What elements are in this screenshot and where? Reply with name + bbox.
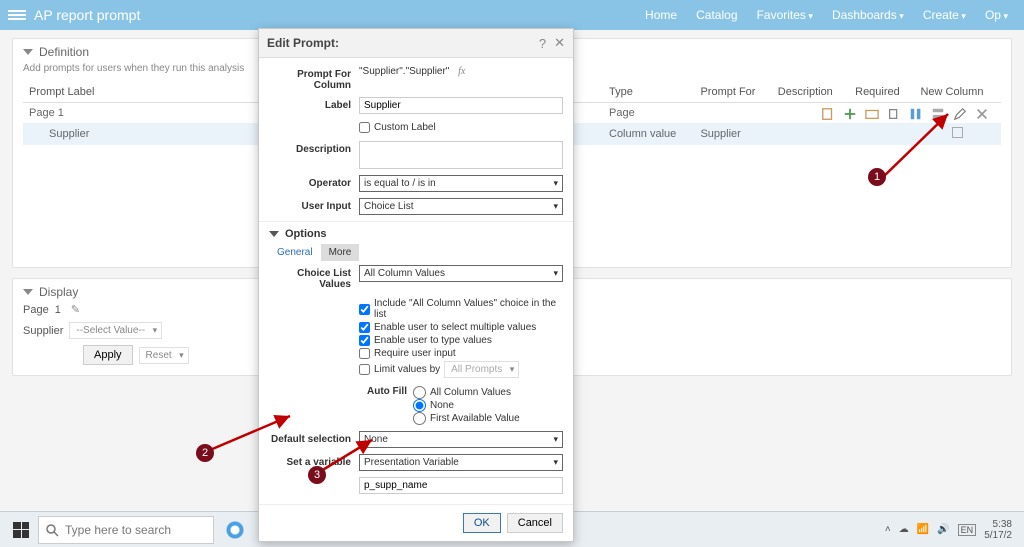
autofill-all-radio[interactable] <box>413 386 426 399</box>
default-selection-select[interactable]: None <box>359 431 563 448</box>
nav-create[interactable]: Create <box>923 8 966 22</box>
label-choice-list: Choice List Values <box>269 265 359 290</box>
display-heading: Display <box>39 285 78 299</box>
label-label: Label <box>269 97 359 111</box>
tab-general[interactable]: General <box>269 244 321 261</box>
opt-require: Require user input <box>374 348 456 359</box>
label-autofill: Auto Fill <box>363 386 413 425</box>
dialog-title: Edit Prompt: <box>267 36 339 50</box>
col-label: Prompt Label <box>23 82 263 103</box>
cancel-button[interactable]: Cancel <box>507 513 563 533</box>
clock-date: 5/17/2 <box>984 530 1012 541</box>
volume-icon[interactable]: 🔊 <box>937 524 949 535</box>
nav-favorites[interactable]: Favorites <box>757 8 813 22</box>
taskbar-clock[interactable]: 5:38 5/17/2 <box>984 519 1012 541</box>
col-description: Description <box>772 82 849 103</box>
system-tray: ˄ ☁ 📶 🔊 EN 5:38 5/17/2 <box>885 519 1020 541</box>
page-label: Page <box>23 304 49 316</box>
delete-icon[interactable] <box>975 107 989 121</box>
opt-multi: Enable user to select multiple values <box>374 322 536 333</box>
opt-include-all: Include "All Column Values" choice in th… <box>374 298 563 320</box>
custom-label-checkbox[interactable] <box>359 122 370 133</box>
app-bar: AP report prompt Home Catalog Favorites … <box>0 0 1024 30</box>
cell-label: Page 1 <box>23 103 263 124</box>
new-icon[interactable] <box>821 107 835 121</box>
col-promptfor: Prompt For <box>694 82 771 103</box>
options-heading: Options <box>285 228 327 240</box>
reset-button[interactable]: Reset <box>139 347 189 364</box>
autofill-first-label: First Available Value <box>430 413 520 424</box>
nav-open[interactable]: Op <box>985 8 1008 22</box>
autofill-none-radio[interactable] <box>413 399 426 412</box>
col-newcolumn: New Column <box>914 82 1001 103</box>
formula-icon[interactable]: fx <box>458 66 465 77</box>
definition-heading: Definition <box>39 45 89 59</box>
options-tabs: General More <box>269 244 563 261</box>
options-collapse-icon[interactable] <box>269 231 279 237</box>
opt-limit-pre: Limit values by <box>374 364 440 375</box>
onedrive-icon[interactable]: ☁ <box>899 524 909 535</box>
column-value: "Supplier"."Supplier" <box>359 66 449 77</box>
annotation-badge-1: 1 <box>868 168 886 186</box>
annotation-badge-3: 3 <box>308 466 326 484</box>
nav-catalog[interactable]: Catalog <box>696 8 737 22</box>
apply-button[interactable]: Apply <box>83 345 133 365</box>
col-type: Type <box>603 82 694 103</box>
set-variable-select[interactable]: Presentation Variable <box>359 454 563 471</box>
collapse-icon[interactable] <box>23 289 33 295</box>
prompt-select[interactable]: --Select Value-- <box>69 322 162 339</box>
limit-values-select: All Prompts <box>444 361 519 378</box>
limit-values-checkbox[interactable] <box>359 364 370 375</box>
close-icon[interactable]: ✕ <box>554 35 565 51</box>
opt-type: Enable user to type values <box>374 335 492 346</box>
app-title: AP report prompt <box>34 7 140 23</box>
autofill-none-label: None <box>430 400 454 411</box>
description-input[interactable] <box>359 141 563 169</box>
choice-list-select[interactable]: All Column Values <box>359 265 563 282</box>
search-placeholder: Type here to search <box>65 523 171 537</box>
require-input-checkbox[interactable] <box>359 348 370 359</box>
cell-label: Supplier <box>23 123 263 145</box>
clock-time: 5:38 <box>984 519 1012 530</box>
help-icon[interactable]: ? <box>539 36 546 51</box>
user-input-select[interactable]: Choice List <box>359 198 563 215</box>
autofill-first-radio[interactable] <box>413 412 426 425</box>
label-user-input: User Input <box>269 198 359 212</box>
collapse-icon[interactable] <box>23 49 33 55</box>
top-nav: Home Catalog Favorites Dashboards Create… <box>637 8 1016 22</box>
start-button[interactable] <box>4 513 38 547</box>
add-icon[interactable] <box>843 107 857 121</box>
cell-type: Page <box>603 103 694 124</box>
label-prompt-for-column: Prompt For Column <box>269 66 359 91</box>
ok-button[interactable]: OK <box>463 513 501 533</box>
taskbar-search[interactable]: Type here to search <box>38 516 214 544</box>
operator-select[interactable]: is equal to / is in <box>359 175 563 192</box>
cortana-icon[interactable] <box>220 515 250 545</box>
type-values-checkbox[interactable] <box>359 335 370 346</box>
cell-promptfor: Supplier <box>694 123 771 145</box>
tab-more[interactable]: More <box>321 244 360 261</box>
wifi-icon[interactable]: 📶 <box>917 524 929 535</box>
page-number: 1 <box>55 304 61 316</box>
hamburger-icon[interactable] <box>8 8 26 22</box>
variable-name-input[interactable] <box>359 477 563 494</box>
tray-chevron-up-icon[interactable]: ˄ <box>885 524 891 535</box>
col-required: Required <box>849 82 914 103</box>
cell-type: Column value <box>603 123 694 145</box>
nav-dashboards[interactable]: Dashboards <box>832 8 904 22</box>
custom-label-text: Custom Label <box>374 122 436 133</box>
label-operator: Operator <box>269 175 359 189</box>
multi-select-checkbox[interactable] <box>359 322 370 333</box>
edit-page-icon[interactable]: ✎ <box>71 303 80 316</box>
label-description: Description <box>269 141 359 155</box>
label-input[interactable] <box>359 97 563 114</box>
nav-home[interactable]: Home <box>645 8 677 22</box>
autofill-all-label: All Column Values <box>430 387 511 398</box>
search-icon <box>45 523 59 537</box>
prompt-label: Supplier <box>23 325 63 337</box>
include-all-checkbox[interactable] <box>359 304 370 315</box>
language-icon[interactable]: EN <box>958 524 977 536</box>
annotation-badge-2: 2 <box>196 444 214 462</box>
